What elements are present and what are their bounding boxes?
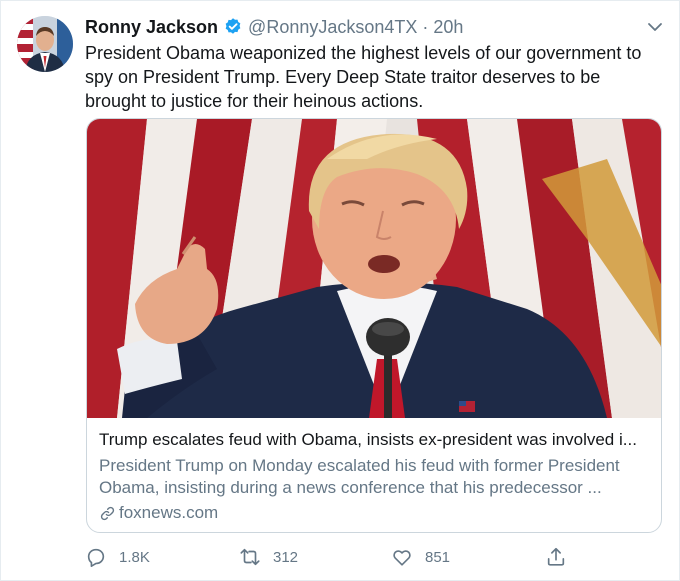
card-domain: foxnews.com — [99, 502, 651, 524]
retweet-button[interactable]: 312 — [239, 545, 298, 569]
retweet-count: 312 — [273, 548, 299, 566]
reply-button[interactable]: 1.8K — [85, 545, 150, 569]
link-icon — [100, 506, 115, 520]
tweet-text: President Obama weaponized the highest l… — [85, 43, 642, 111]
separator-dot: · — [422, 16, 429, 37]
like-button[interactable]: 851 — [391, 545, 450, 569]
tweet-actions: 1.8K 312 851 — [85, 545, 575, 571]
reply-icon — [87, 548, 105, 567]
share-icon — [547, 547, 565, 566]
avatar-photo — [17, 16, 73, 72]
timestamp[interactable]: 20h — [433, 17, 463, 38]
card-domain-text: foxnews.com — [119, 503, 219, 522]
author-name[interactable]: Ronny Jackson — [85, 17, 218, 38]
tweet-container[interactable]: Ronny Jackson @RonnyJackson4TX · 20h Pre… — [0, 0, 680, 581]
verified-badge-icon — [223, 17, 243, 37]
link-card[interactable]: Trump escalates feud with Obama, insists… — [86, 118, 662, 533]
retweet-icon — [240, 548, 260, 566]
card-title: Trump escalates feud with Obama, insists… — [99, 430, 637, 449]
card-description: President Trump on Monday escalated his … — [99, 456, 620, 497]
share-button[interactable] — [545, 545, 579, 569]
avatar[interactable] — [17, 16, 73, 72]
heart-icon — [393, 550, 411, 566]
like-count: 851 — [425, 548, 451, 566]
reply-count: 1.8K — [119, 548, 150, 566]
tweet-header: Ronny Jackson @RonnyJackson4TX · 20h — [85, 15, 463, 39]
chevron-down-icon[interactable] — [645, 17, 665, 37]
card-image — [87, 119, 661, 418]
card-body: Trump escalates feud with Obama, insists… — [99, 429, 651, 524]
author-handle[interactable]: @RonnyJackson4TX — [248, 17, 417, 38]
